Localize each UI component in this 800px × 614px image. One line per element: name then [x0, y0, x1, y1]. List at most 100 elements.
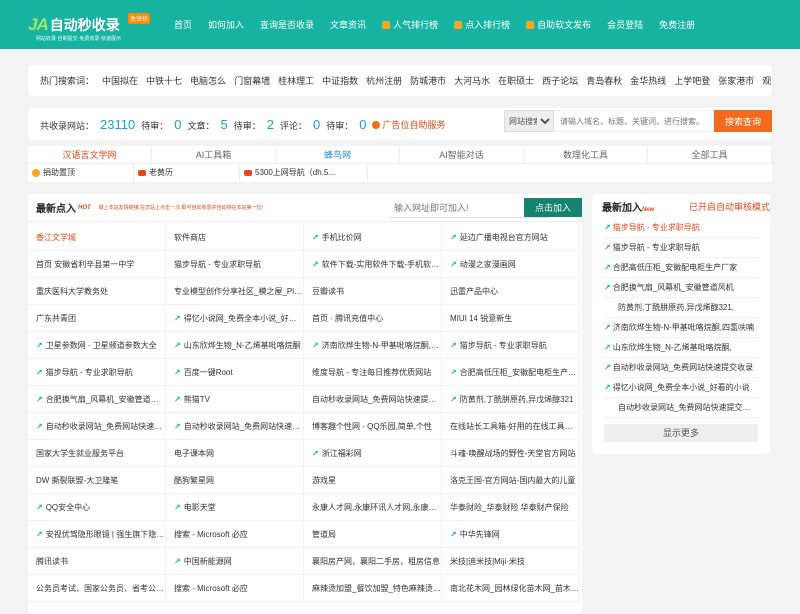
featured-link[interactable]: 5300上网导航（dh.5… — [240, 164, 368, 182]
site-link[interactable]: 南北花木网_园林绿化苗木网_苗木信息 — [442, 575, 580, 602]
hot-search-term[interactable]: 电脑怎么 — [190, 76, 226, 86]
site-link[interactable]: ↗ 卫星参数网 - 卫星频道参数大全 — [28, 332, 166, 359]
newest-site-link[interactable]: ↗ 猫步导航 - 专业求职导航 — [604, 218, 758, 238]
hot-search-term[interactable]: 西子论坛 — [542, 76, 578, 86]
site-link[interactable]: 重庆医科大学教务处 — [28, 278, 166, 305]
newest-site-link[interactable]: ↗ 济南欣烨生物-N-甲基吡咯烷酮,四氢呋喃 — [604, 318, 758, 338]
hot-search-term[interactable]: 防城港市 — [410, 76, 446, 86]
hot-search-term[interactable]: 中铁十七 — [146, 76, 182, 86]
site-link[interactable]: ↗ 浙江福彩网 — [304, 440, 442, 467]
site-link[interactable]: 米技|迪米技|Miji·米技 — [442, 548, 580, 575]
site-link[interactable]: 华泰财险_华泰财险 华泰财产保险 — [442, 494, 580, 521]
featured-link[interactable]: 老黄历 — [134, 164, 240, 182]
site-link[interactable]: ↗ 电影天堂 — [166, 494, 304, 521]
newest-site-link[interactable]: 防黄剂,丁酰肼原药,异戊烯醇321, — [604, 298, 758, 318]
site-link[interactable]: 猫步导航 - 专业求职导航 — [166, 251, 304, 278]
site-link[interactable]: ↗ 合肥换气扇_风幕机_安徽管道风机 — [28, 386, 166, 413]
newest-site-link[interactable]: ↗ 合肥高低压柜_安徽配电柜生产厂家 — [604, 258, 758, 278]
add-url-button[interactable]: 点击加入 — [524, 198, 582, 217]
site-link[interactable]: 搜索 - Microsoft 必应 — [166, 521, 304, 548]
hot-search-term[interactable]: 观成实验 — [762, 76, 772, 86]
nav-item-3[interactable]: 文章资讯 — [330, 18, 366, 31]
featured-link[interactable]: 捐助置顶 — [28, 164, 134, 182]
site-logo[interactable]: JA 自动秒收录 免审核 网站收录·自助提交·免费收录·快速展示 — [28, 7, 156, 43]
site-link[interactable]: ↗ 中国新能源网 — [166, 548, 304, 575]
newest-site-link[interactable]: ↗ 自动秒收录网站_免费网站快速提交收录 — [604, 358, 758, 378]
site-link[interactable]: 公务员考试、国家公务员、省考公务员 — [28, 575, 166, 602]
nav-item-4[interactable]: 人气排行榜 — [382, 18, 438, 31]
category-tab[interactable]: AI工具箱 — [152, 146, 276, 163]
site-link[interactable]: 香江文学城 — [28, 224, 166, 251]
site-link[interactable]: 永康人才网,永康环讯人才网,永康招聘 — [304, 494, 442, 521]
category-tab[interactable]: 全部工具 — [648, 146, 772, 163]
site-link[interactable]: ↗自动秒收录网站_免费网站快速提交收录 — [166, 413, 304, 440]
site-link[interactable]: ↗ 手机比价网 — [304, 224, 442, 251]
site-link[interactable]: ↗ QQ安全中心 — [28, 494, 166, 521]
site-link[interactable]: ↗ 延边广播电视台官方网站 — [442, 224, 580, 251]
site-link[interactable]: 在线站长工具箱-好用的在线工具大全 — [442, 413, 580, 440]
hot-search-term[interactable]: 张家港市 — [718, 76, 754, 86]
site-link[interactable]: 维度导航 - 专注每日推荐优质网站 — [304, 359, 442, 386]
search-type-select[interactable]: 网站搜索 — [504, 110, 554, 132]
site-link[interactable]: 首页 安徽省利辛县第一中学 — [28, 251, 166, 278]
nav-item-1[interactable]: 如何加入 — [208, 18, 244, 31]
site-link[interactable]: ↗安视优驾隐形眼镜 | 强生旗下隐形眼镜 — [28, 521, 166, 548]
site-link[interactable]: 首页 · 腾讯充值中心 — [304, 305, 442, 332]
site-link[interactable]: 自动秒收录网站_免费网站快速提交收录 — [304, 386, 442, 413]
hot-search-term[interactable]: 门窗幕墙 — [234, 76, 270, 86]
site-link[interactable]: ↗自动秒收录网站_免费网站快速提交收录 — [28, 413, 166, 440]
site-link[interactable]: ↗ 猫步导航 - 专业求职导航 — [28, 359, 166, 386]
newest-site-link[interactable]: ↗ 猫步导航 - 专业求职导航 — [604, 238, 758, 258]
site-link[interactable]: 迅雷产品中心 — [442, 278, 580, 305]
site-link[interactable]: 电子课本网 — [166, 440, 304, 467]
nav-item-6[interactable]: 自助软文发布 — [526, 18, 591, 31]
site-link[interactable]: 斗魂-唤醒战场的野性-天堂官方网站 — [442, 440, 580, 467]
site-link[interactable]: 博客趣个性网 - QQ乐园,简单,个性 — [304, 413, 442, 440]
hot-search-term[interactable]: 桂林理工 — [278, 76, 314, 86]
nav-item-2[interactable]: 查询是否收录 — [260, 18, 314, 31]
category-tab[interactable]: AI智能对话 — [400, 146, 524, 163]
site-link[interactable]: DW 撕裂联盟-大卫隆笔 — [28, 467, 166, 494]
site-link[interactable]: 专业模型创作分享社区_模之屋_PlayBox — [166, 278, 304, 305]
site-link[interactable]: 软件商店 — [166, 224, 304, 251]
site-link[interactable]: ↗ 熊猫TV — [166, 386, 304, 413]
category-tab[interactable]: 数理化工具 — [524, 146, 648, 163]
newest-site-link[interactable]: ↗ 合肥换气扇_风幕机_安徽管道风机 — [604, 278, 758, 298]
newest-site-link[interactable]: ↗ 山东欣烨生物_N-乙烯基吡咯烷酮, — [604, 338, 758, 358]
hot-search-term[interactable]: 中证指数 — [322, 76, 358, 86]
site-link[interactable]: ↗ 合肥高低压柜_安徽配电柜生产厂家 — [442, 359, 580, 386]
ad-self-service-link[interactable]: 广告位自助服务 — [372, 118, 451, 131]
nav-item-5[interactable]: 点入排行榜 — [454, 18, 510, 31]
search-input[interactable] — [554, 110, 714, 132]
site-link[interactable]: 麻辣烫加盟_餐饮加盟_特色麻辣烫加盟 — [304, 575, 442, 602]
site-link[interactable]: ↗ 百度一键Root — [166, 359, 304, 386]
site-link[interactable]: ↗ 防黄剂,丁酰肼原药,异戊烯醇321 — [442, 386, 580, 413]
site-link[interactable]: MIUI 14 锐意新生 — [442, 305, 580, 332]
site-link[interactable]: 洛克王国-官方网站-国内最大的儿童 — [442, 467, 580, 494]
site-link[interactable]: 襄阳房产网，襄阳二手房，租房信息 — [304, 548, 442, 575]
site-link[interactable]: 豆瓣读书 — [304, 278, 442, 305]
search-button[interactable]: 搜索查询 — [714, 110, 772, 132]
site-link[interactable]: 酷狗繁星网 — [166, 467, 304, 494]
category-tab[interactable]: 汉语言文学网 — [28, 146, 152, 163]
nav-item-0[interactable]: 首页 — [174, 18, 192, 31]
hot-search-term[interactable]: 大河马水 — [454, 76, 490, 86]
hot-search-term[interactable]: 在职硕士 — [498, 76, 534, 86]
site-link[interactable]: 腾讯读书 — [28, 548, 166, 575]
hot-search-term[interactable]: 金华热线 — [630, 76, 666, 86]
newest-site-link[interactable]: 自动秒收录网站_免费网站快速提交收录 — [604, 398, 758, 418]
site-link[interactable]: ↗ 猫步导航 - 专业求职导航 — [442, 332, 580, 359]
hot-search-term[interactable]: 青岛春秋 — [586, 76, 622, 86]
nav-item-7[interactable]: 会员登陆 — [607, 18, 643, 31]
site-link[interactable]: 国家大学生就业服务平台 — [28, 440, 166, 467]
site-link[interactable]: 游戏星 — [304, 467, 442, 494]
site-link[interactable]: ↗ 软件下载-实用软件下载-手机软件下载 — [304, 251, 442, 278]
show-more-button[interactable]: 显示更多 — [604, 424, 758, 442]
site-link[interactable]: ↗ 山东欣烨生物_N-乙烯基吡咯烷酮 — [166, 332, 304, 359]
hot-search-term[interactable]: 中国拟在 — [102, 76, 138, 86]
newest-site-link[interactable]: ↗ 得忆小说网_免费全本小说_好看的小说 — [604, 378, 758, 398]
category-tab[interactable]: 蜂鸟网 — [276, 146, 400, 163]
site-link[interactable]: 管道局 — [304, 521, 442, 548]
nav-item-8[interactable]: 免费注册 — [659, 18, 695, 31]
site-link[interactable]: 搜索 - Microsoft 必应 — [166, 575, 304, 602]
